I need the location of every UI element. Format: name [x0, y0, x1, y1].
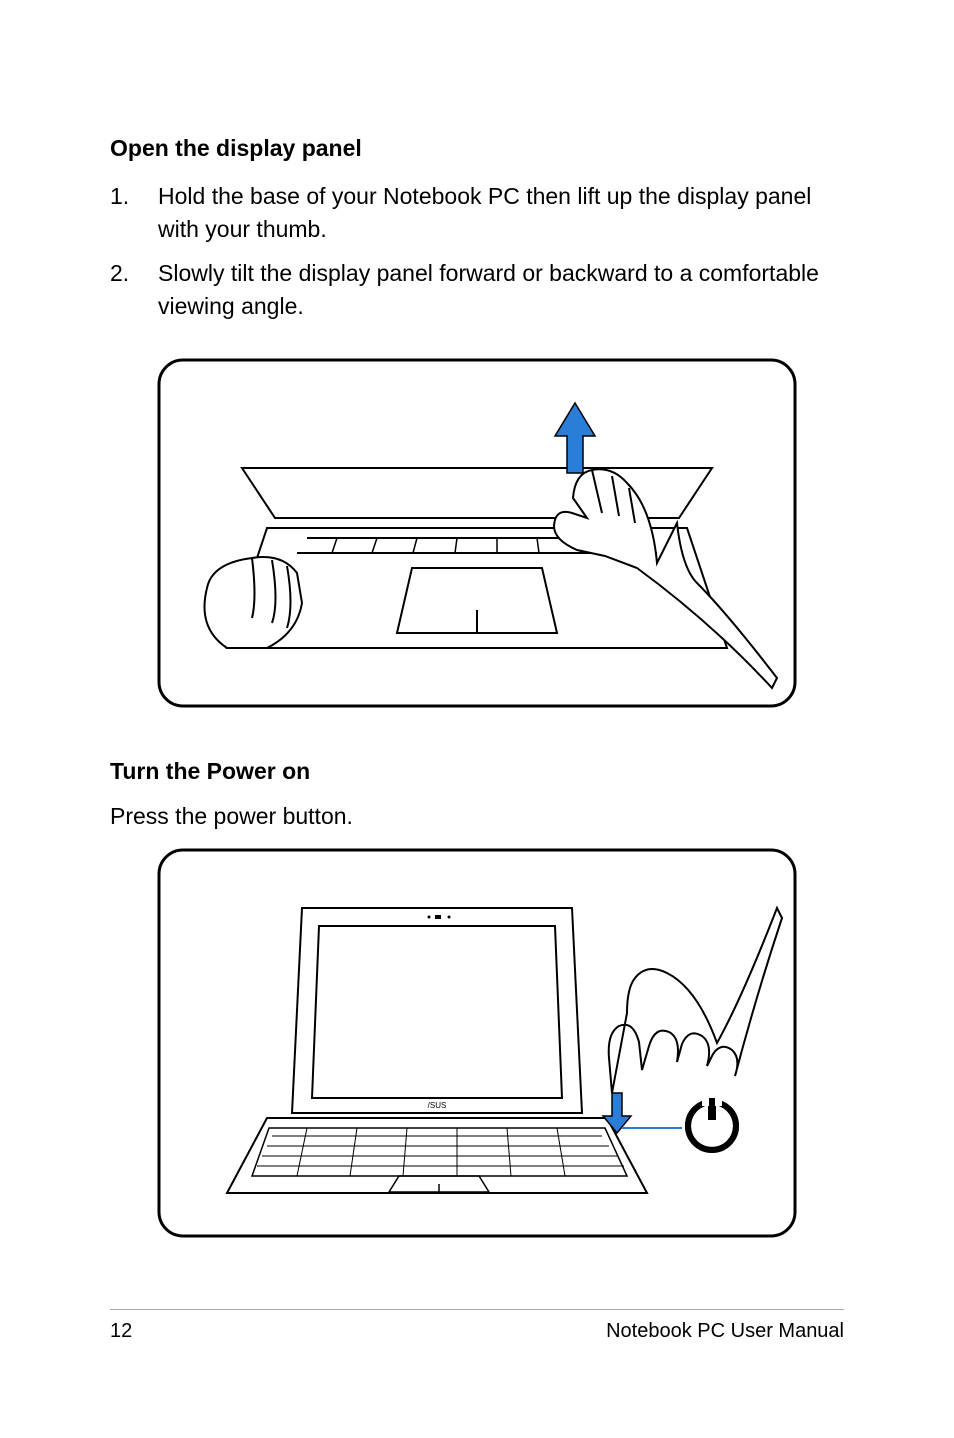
- page-number: 12: [110, 1320, 132, 1343]
- svg-text:/SUS: /SUS: [428, 1101, 447, 1110]
- open-display-illustration: [157, 358, 797, 708]
- up-arrow-icon: [555, 403, 595, 473]
- step-1-number: 1.: [110, 180, 158, 247]
- section-heading-open-display: Open the display panel: [110, 135, 844, 162]
- power-on-illustration: /SUS: [157, 848, 797, 1238]
- doc-title: Notebook PC User Manual: [606, 1320, 844, 1343]
- step-1-text: Hold the base of your Notebook PC then l…: [158, 180, 844, 247]
- step-2-number: 2.: [110, 257, 158, 324]
- section-heading-power-on: Turn the Power on: [110, 758, 844, 785]
- power-icon: [688, 1096, 736, 1150]
- step-1: 1. Hold the base of your Notebook PC the…: [110, 180, 844, 247]
- step-2: 2. Slowly tilt the display panel forward…: [110, 257, 844, 324]
- step-2-text: Slowly tilt the display panel forward or…: [158, 257, 844, 324]
- power-on-text: Press the power button.: [110, 803, 844, 830]
- page-footer: 12 Notebook PC User Manual: [110, 1309, 844, 1343]
